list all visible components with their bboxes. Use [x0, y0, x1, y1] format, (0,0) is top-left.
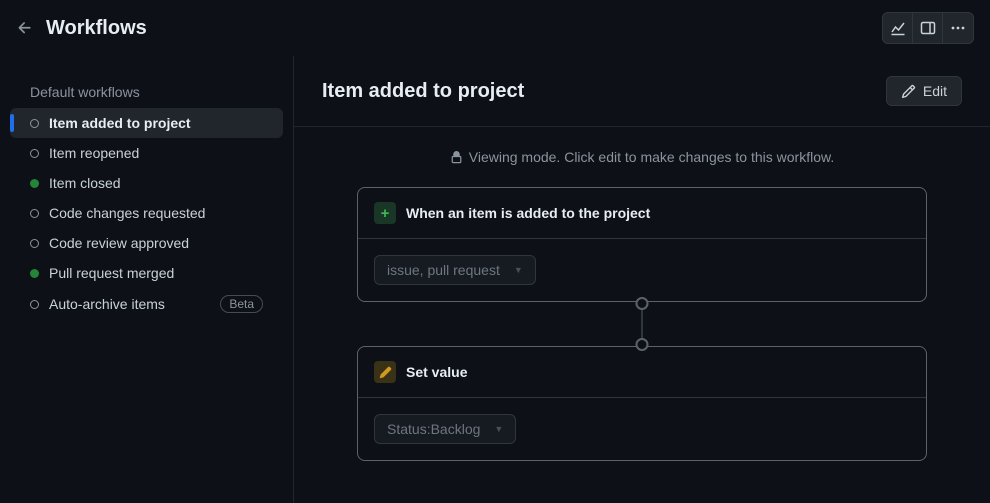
- sidebar-item-label: Code review approved: [49, 235, 263, 251]
- arrow-left-icon: [16, 19, 34, 37]
- trigger-filter-pill[interactable]: issue, pull request ▼: [374, 255, 536, 285]
- action-card-body: Status:Backlog ▼: [358, 398, 926, 460]
- status-dot-off-icon: [30, 149, 39, 158]
- sidebar-item-label: Item reopened: [49, 145, 263, 161]
- caret-down-icon: ▼: [514, 265, 523, 275]
- workflow-cards: + When an item is added to the project i…: [294, 187, 990, 461]
- sidebar-item-pull-request-merged[interactable]: Pull request merged: [10, 258, 283, 288]
- connector-line: [641, 302, 643, 346]
- sidebar-item-item-reopened[interactable]: Item reopened: [10, 138, 283, 168]
- trigger-pill-label: issue, pull request: [387, 262, 500, 278]
- header-right: [882, 12, 974, 44]
- viewing-mode-notice: Viewing mode. Click edit to make changes…: [294, 127, 990, 187]
- sidebar-icon: [920, 20, 936, 36]
- kebab-icon: [950, 20, 966, 36]
- plus-icon: +: [374, 202, 396, 224]
- action-card: Set value Status:Backlog ▼: [357, 346, 927, 461]
- caret-down-icon: ▼: [494, 424, 503, 434]
- trigger-card-header: + When an item is added to the project: [358, 188, 926, 239]
- status-dot-off-icon: [30, 119, 39, 128]
- body: Default workflows Item added to project …: [0, 56, 990, 503]
- insights-button[interactable]: [883, 13, 913, 43]
- header-left: Workflows: [16, 17, 147, 40]
- sidebar-item-code-changes-requested[interactable]: Code changes requested: [10, 198, 283, 228]
- status-dot-off-icon: [30, 300, 39, 309]
- viewing-mode-text: Viewing mode. Click edit to make changes…: [469, 149, 834, 165]
- status-dot-off-icon: [30, 209, 39, 218]
- action-pill-label: Status:Backlog: [387, 421, 480, 437]
- action-title: Set value: [406, 364, 467, 380]
- sidebar-item-label: Code changes requested: [49, 205, 263, 221]
- back-button[interactable]: [16, 19, 34, 37]
- toolbar-group: [882, 12, 974, 44]
- main-content: Item added to project Edit Viewing mode.…: [294, 56, 990, 503]
- action-value-pill[interactable]: Status:Backlog ▼: [374, 414, 516, 444]
- page-title: Workflows: [46, 17, 147, 40]
- action-card-header: Set value: [358, 347, 926, 398]
- sidebar-item-label: Item closed: [49, 175, 263, 191]
- beta-badge: Beta: [220, 295, 263, 313]
- lock-icon: [450, 151, 463, 164]
- status-dot-on-icon: [30, 269, 39, 278]
- more-button[interactable]: [943, 13, 973, 43]
- trigger-card: + When an item is added to the project i…: [357, 187, 927, 302]
- sidebar-item-auto-archive-items[interactable]: Auto-archive items Beta: [10, 288, 283, 320]
- status-dot-off-icon: [30, 239, 39, 248]
- pencil-icon: [374, 361, 396, 383]
- app-header: Workflows: [0, 0, 990, 56]
- status-dot-on-icon: [30, 179, 39, 188]
- main-header: Item added to project Edit: [294, 56, 990, 127]
- graph-icon: [890, 20, 906, 36]
- workflow-title: Item added to project: [322, 80, 524, 103]
- sidebar-item-label: Pull request merged: [49, 265, 263, 281]
- panel-button[interactable]: [913, 13, 943, 43]
- sidebar-section-label: Default workflows: [10, 76, 283, 108]
- edit-button[interactable]: Edit: [886, 76, 962, 106]
- sidebar-item-code-review-approved[interactable]: Code review approved: [10, 228, 283, 258]
- sidebar: Default workflows Item added to project …: [0, 56, 294, 503]
- sidebar-item-item-added-to-project[interactable]: Item added to project: [10, 108, 283, 138]
- sidebar-item-label: Auto-archive items: [49, 296, 210, 312]
- sidebar-item-label: Item added to project: [49, 115, 263, 131]
- trigger-title: When an item is added to the project: [406, 205, 650, 221]
- sidebar-item-item-closed[interactable]: Item closed: [10, 168, 283, 198]
- pencil-icon: [901, 84, 916, 99]
- edit-button-label: Edit: [923, 83, 947, 99]
- trigger-card-body: issue, pull request ▼: [358, 239, 926, 301]
